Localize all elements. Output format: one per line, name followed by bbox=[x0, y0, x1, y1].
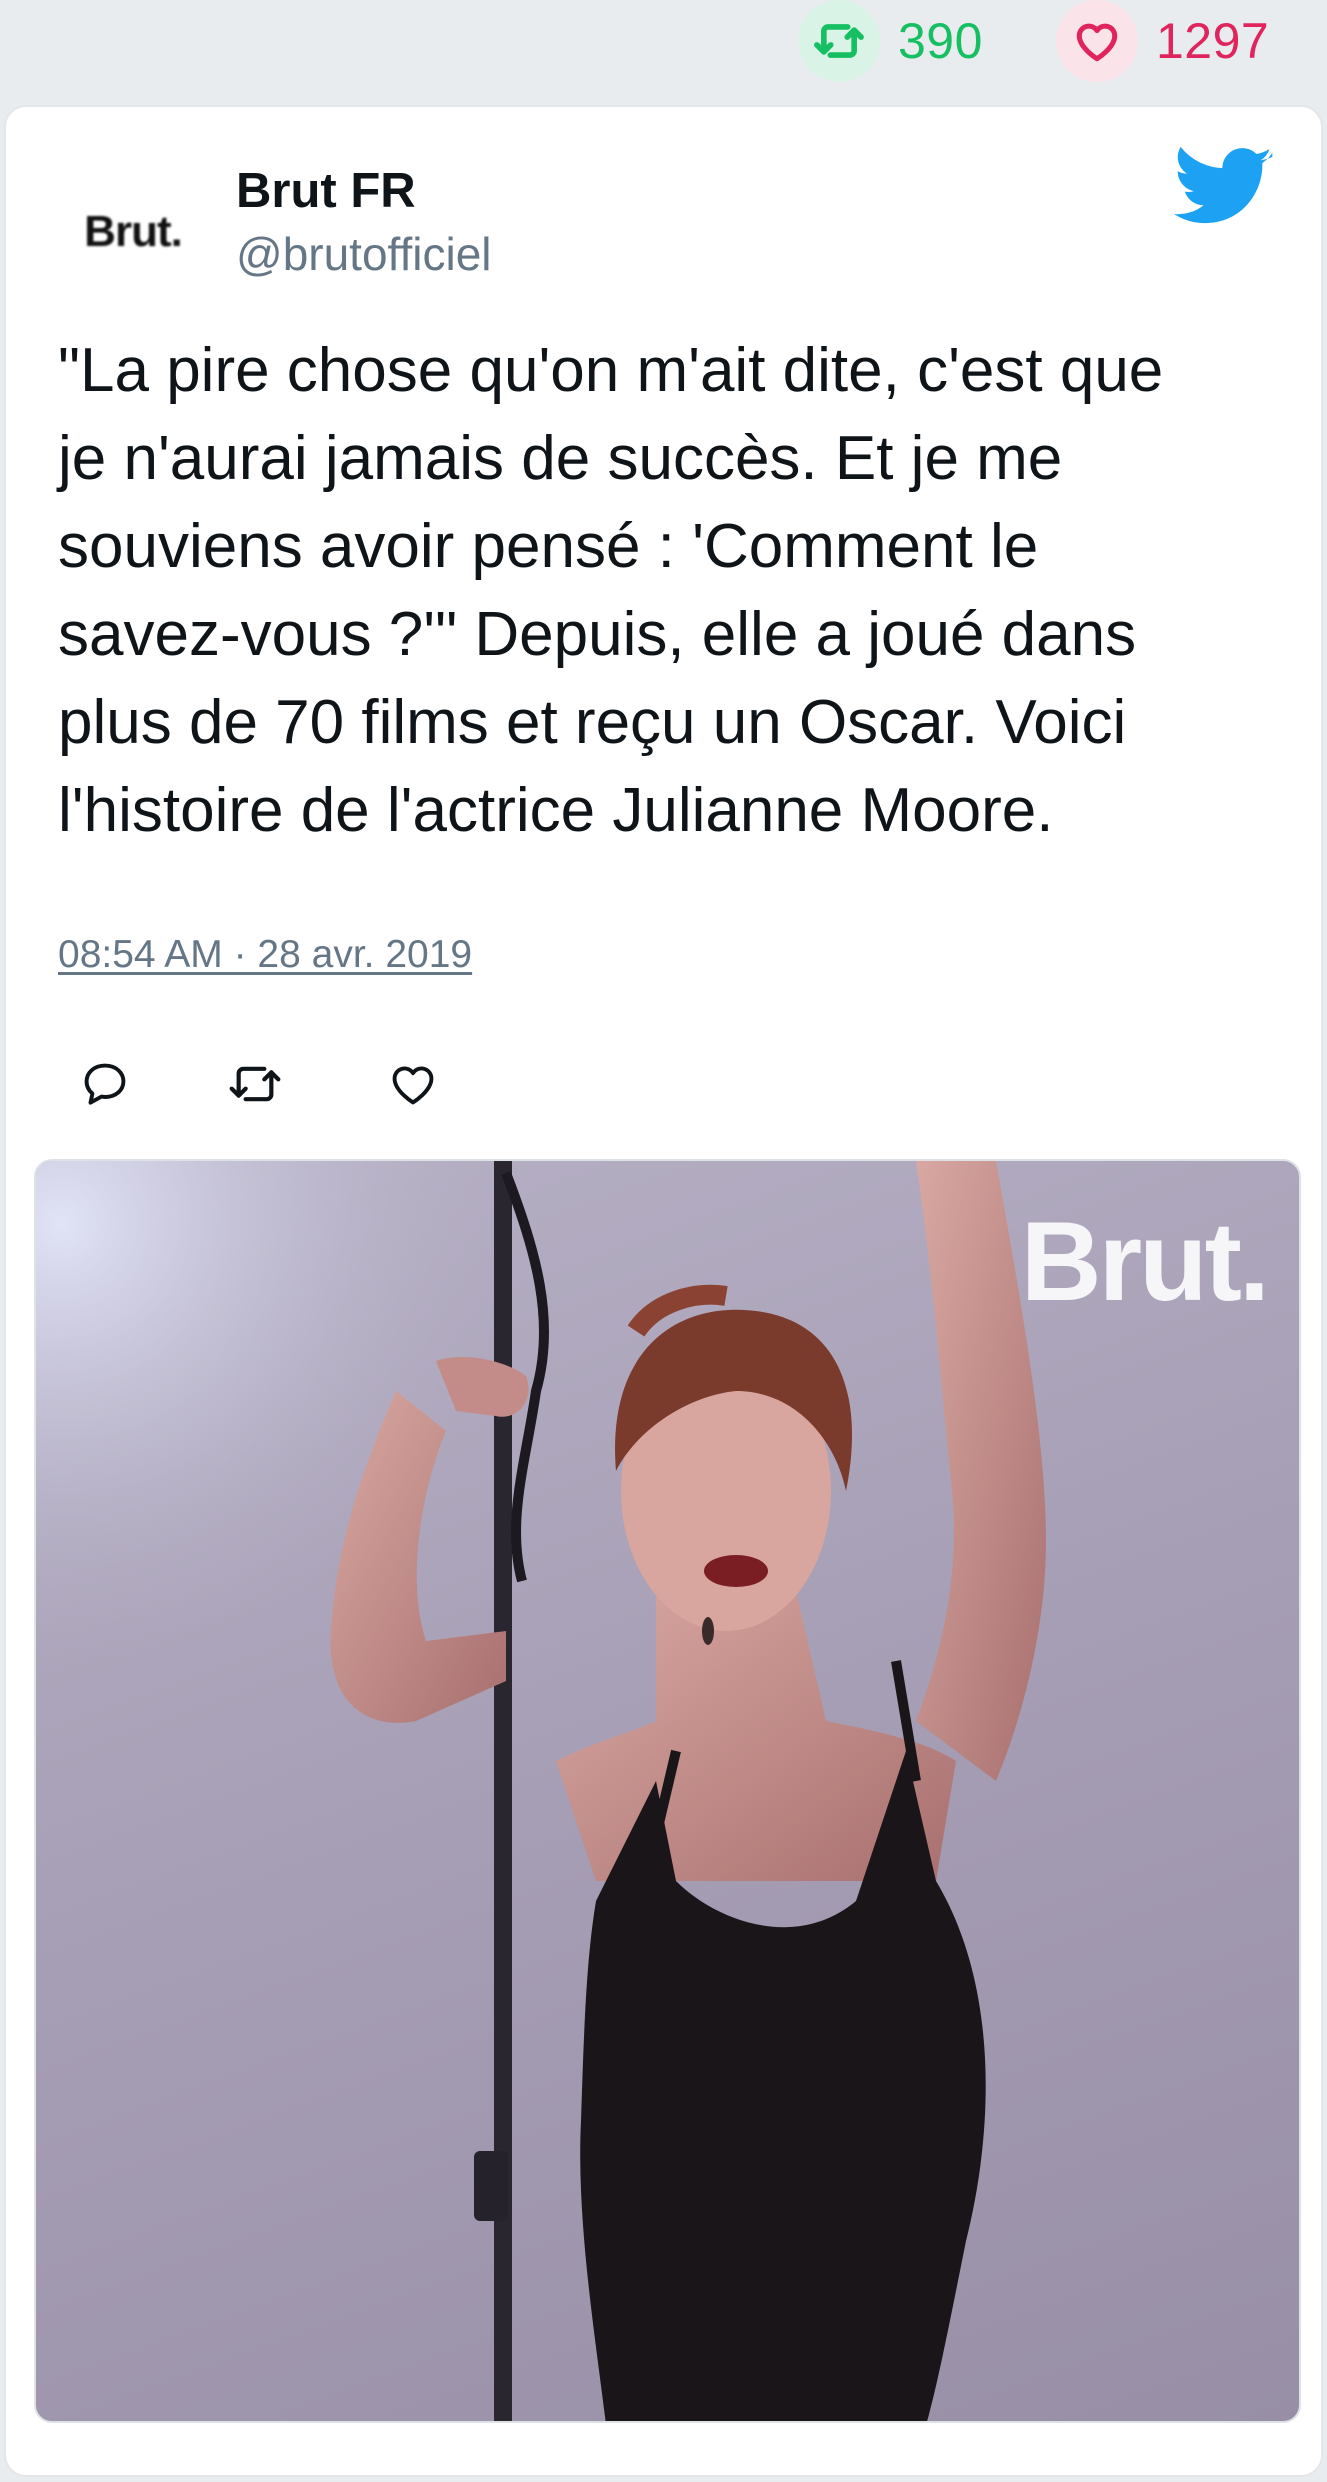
twitter-bird-icon[interactable] bbox=[1174, 147, 1274, 231]
retweet-count: 390 bbox=[898, 13, 983, 69]
retweet-icon bbox=[798, 0, 880, 82]
tweet-card[interactable]: Brut. Brut FR @brutofficiel "La pire cho… bbox=[4, 105, 1323, 2477]
retweet-button[interactable] bbox=[222, 1051, 288, 1117]
display-name[interactable]: Brut FR bbox=[236, 163, 416, 219]
heart-icon bbox=[392, 1066, 434, 1105]
tweet-media-image[interactable]: Brut. bbox=[34, 1159, 1301, 2423]
like-button[interactable] bbox=[380, 1051, 446, 1117]
avatar-logo-text: Brut. bbox=[84, 207, 183, 256]
media-watermark: Brut. bbox=[1020, 1199, 1270, 1324]
reply-button[interactable] bbox=[72, 1051, 138, 1117]
user-handle[interactable]: @brutofficiel bbox=[236, 227, 492, 281]
retweet-stat[interactable]: 390 bbox=[798, 0, 983, 82]
like-stat[interactable]: 1297 bbox=[1056, 0, 1270, 82]
engagement-stats-bar: 390 1297 bbox=[0, 0, 1327, 100]
reply-icon bbox=[84, 1063, 126, 1105]
tweet-text: "La pire chose qu'on m'ait dite, c'est q… bbox=[58, 336, 1164, 845]
retweet-icon bbox=[229, 1066, 281, 1102]
heart-icon bbox=[1056, 0, 1138, 82]
photo-woman-with-mic-stand bbox=[36, 1161, 1299, 2421]
like-count: 1297 bbox=[1156, 13, 1270, 69]
tweet-timestamp-link[interactable]: 08:54 AM · 28 avr. 2019 bbox=[58, 933, 472, 977]
avatar[interactable]: Brut. bbox=[58, 157, 208, 307]
